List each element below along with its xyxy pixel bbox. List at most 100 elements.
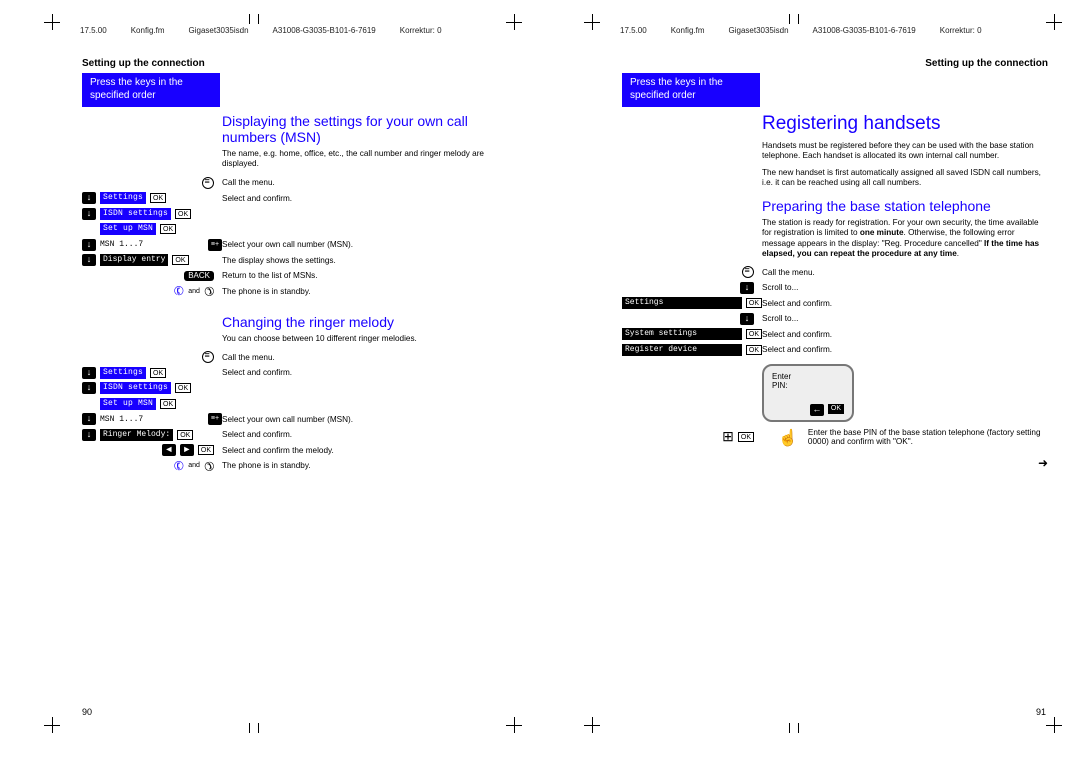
down-arrow-icon: ↓ xyxy=(740,282,754,294)
blue-tab: Press the keys in the specified order xyxy=(622,73,760,107)
menu-icon xyxy=(202,177,214,189)
ph-code: A31008-G3035-B101-6-7619 xyxy=(273,26,376,35)
blue-tab: Press the keys in the specified order xyxy=(82,73,220,107)
ok-key: OK xyxy=(150,193,166,203)
down-arrow-icon: ↓ xyxy=(82,367,96,379)
ok-key: OK xyxy=(738,432,754,442)
step-text: Call the menu. xyxy=(222,178,508,187)
display-setup-msn: Set up MSN xyxy=(100,223,156,235)
ph-date: 17.5.00 xyxy=(80,26,107,35)
back-key: BACK xyxy=(184,271,214,281)
ph-date: 17.5.00 xyxy=(620,26,647,35)
step-text: Return to the list of MSNs. xyxy=(222,271,508,280)
ok-key: OK xyxy=(172,255,188,265)
ph-file: Konfig.fm xyxy=(131,26,165,35)
step-text: The phone is in standby. xyxy=(222,461,508,470)
continue-arrow: ➜ xyxy=(622,456,1048,470)
screen-line1: Enter xyxy=(772,372,844,381)
ph-product: Gigaset3035isdn xyxy=(729,26,789,35)
step-text: Select and confirm. xyxy=(222,194,508,203)
ok-key: OK xyxy=(746,329,762,339)
down-arrow-icon: ↓ xyxy=(82,239,96,251)
ph-korrektur: Korrektur: 0 xyxy=(400,26,442,35)
menu-icon xyxy=(742,266,754,278)
content-right: Setting up the connection Press the keys… xyxy=(622,58,1048,705)
body-prep: The station is ready for registration. F… xyxy=(762,218,1048,259)
down-arrow-icon: ↓ xyxy=(82,192,96,204)
down-arrow-icon: ↓ xyxy=(82,382,96,394)
section-title: Setting up the connection xyxy=(82,58,508,69)
steps-b: Call the menu. ↓ Settings OK Select and con… xyxy=(82,350,508,473)
menu-icon xyxy=(202,351,214,363)
step-text: Select and confirm. xyxy=(222,430,508,439)
down-arrow-icon: ↓ xyxy=(82,208,96,220)
display-settings: Settings xyxy=(100,192,146,204)
handset-up-icon: ✆ xyxy=(172,283,187,300)
ph-korrektur: Korrektur: 0 xyxy=(940,26,982,35)
step-text: Select your own call number (MSN). xyxy=(222,415,508,424)
list-icon: ≡+ xyxy=(208,239,222,251)
step-text: Call the menu. xyxy=(222,353,508,362)
ph-product: Gigaset3035isdn xyxy=(189,26,249,35)
display-setup-msn: Set up MSN xyxy=(100,398,156,410)
ok-key: OK xyxy=(746,345,762,355)
heading-preparing: Preparing the base station telephone xyxy=(762,198,1048,214)
step-text: Scroll to... xyxy=(762,283,1048,292)
touch-text: Enter the base PIN of the base station t… xyxy=(808,428,1048,446)
left-arrow-icon: ◄ xyxy=(162,444,176,456)
ph-code: A31008-G3035-B101-6-7619 xyxy=(813,26,916,35)
handset-down-icon: ✆ xyxy=(200,457,217,474)
step-text: Call the menu. xyxy=(762,268,1048,277)
page-number-left: 90 xyxy=(82,707,92,717)
heading-ringer: Changing the ringer melody xyxy=(222,314,508,330)
ok-key: OK xyxy=(746,298,762,308)
content-left: Setting up the connection Press the keys… xyxy=(82,58,508,705)
display-system: System settings xyxy=(622,328,742,340)
right-arrow-icon: ► xyxy=(180,444,194,456)
display-ringer: Ringer Melody: xyxy=(100,429,173,441)
step-text: The phone is in standby. xyxy=(222,287,508,296)
keypad-icon: ⊞ xyxy=(722,428,734,445)
body-reg1: Handsets must be registered before they … xyxy=(762,141,1048,162)
display-settings: Settings xyxy=(100,367,146,379)
page-right: 17.5.00 Konfig.fm Gigaset3035isdn A31008… xyxy=(540,0,1080,763)
ph-file: Konfig.fm xyxy=(671,26,705,35)
step-text: The display shows the settings. xyxy=(222,256,508,265)
down-arrow-icon: ↓ xyxy=(82,254,96,266)
print-header-right: 17.5.00 Konfig.fm Gigaset3035isdn A31008… xyxy=(620,26,1046,35)
step-text: Select and confirm. xyxy=(762,345,1048,354)
handset-up-icon: ✆ xyxy=(172,457,187,474)
ok-key: OK xyxy=(828,404,844,414)
body-msn: The name, e.g. home, office, etc., the c… xyxy=(222,149,508,170)
steps-a: Call the menu. ↓ Settings OK Select and con… xyxy=(82,176,508,299)
display-entry: Display entry xyxy=(100,254,168,266)
and-text: and xyxy=(188,462,200,469)
ok-key: OK xyxy=(175,209,191,219)
display-isdn: ISDN settings xyxy=(100,208,171,220)
ok-key: OK xyxy=(198,445,214,455)
msn-range: MSN 1...7 xyxy=(100,240,143,249)
hand-icon: ☝ xyxy=(778,428,798,448)
steps-right: Call the menu. ↓Scroll to... SettingsOKS… xyxy=(622,265,1048,357)
body-ringer: You can choose between 10 different ring… xyxy=(222,334,508,344)
heading-registering: Registering handsets xyxy=(762,113,1048,135)
heading-msn-settings: Displaying the settings for your own cal… xyxy=(222,113,508,145)
ok-key: OK xyxy=(177,430,193,440)
print-header-left: 17.5.00 Konfig.fm Gigaset3035isdn A31008… xyxy=(80,26,506,35)
display-settings: Settings xyxy=(622,297,742,309)
step-text: Select and confirm. xyxy=(222,368,508,377)
body-reg2: The new handset is first automatically a… xyxy=(762,168,1048,189)
down-arrow-icon: ↓ xyxy=(82,413,96,425)
ok-key: OK xyxy=(175,383,191,393)
msn-range: MSN 1...7 xyxy=(100,415,143,424)
list-icon: ≡+ xyxy=(208,413,222,425)
ok-key: OK xyxy=(160,399,176,409)
step-text: Select and confirm the melody. xyxy=(222,446,508,455)
page-left: 17.5.00 Konfig.fm Gigaset3035isdn A31008… xyxy=(0,0,540,763)
down-arrow-icon: ↓ xyxy=(82,429,96,441)
ok-key: OK xyxy=(160,224,176,234)
handset-down-icon: ✆ xyxy=(200,283,217,300)
ok-key: OK xyxy=(150,368,166,378)
mini-screen: Enter PIN: ←OK xyxy=(762,364,854,422)
step-text: Scroll to... xyxy=(762,314,1048,323)
